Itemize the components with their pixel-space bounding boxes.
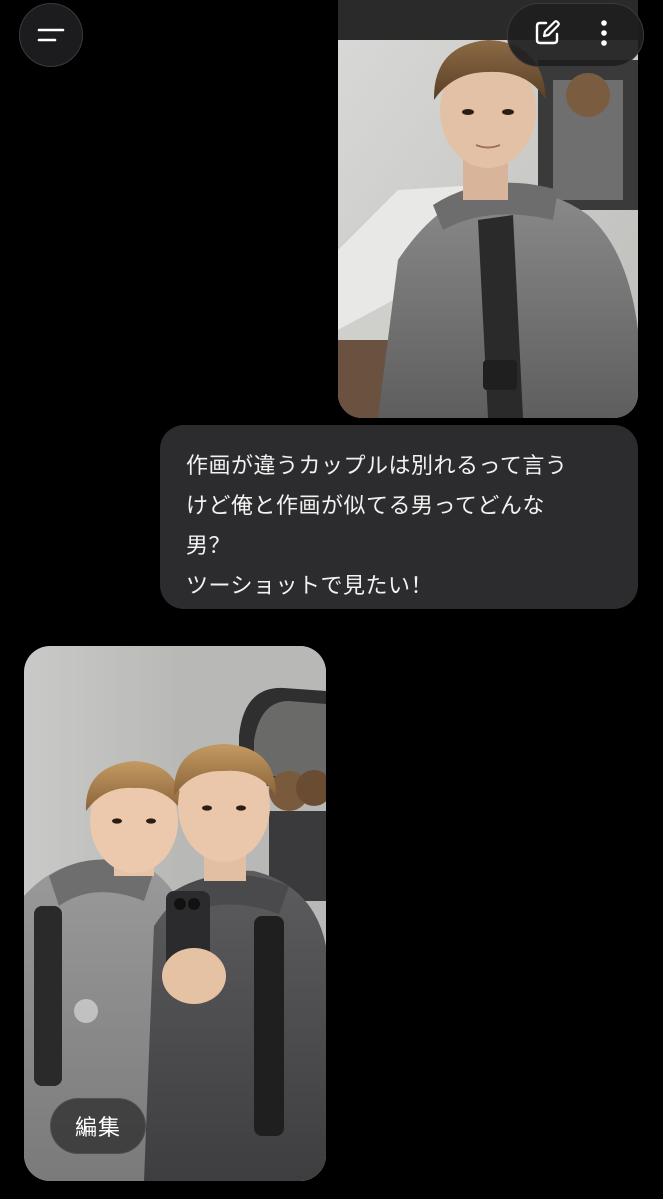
user-message-bubble: 作画が違うカップルは別れるって言う けど俺と作画が似てる男ってどんな 男？ ツー… xyxy=(160,425,638,609)
generated-image[interactable]: 編集 xyxy=(24,646,326,1181)
edit-icon xyxy=(532,18,562,52)
user-message-line: けど俺と作画が似てる男ってどんな xyxy=(186,494,545,519)
edit-button[interactable] xyxy=(522,10,572,60)
edit-image-button[interactable]: 編集 xyxy=(50,1098,146,1154)
user-message-line: ツーショットで見たい！ xyxy=(186,574,434,599)
header-actions xyxy=(507,3,644,67)
chat-screen: 作画が違うカップルは別れるって言う けど俺と作画が似てる男ってどんな 男？ ツー… xyxy=(0,0,663,1199)
user-message-line: 男？ xyxy=(186,534,232,559)
more-vertical-icon xyxy=(598,18,610,52)
menu-button[interactable] xyxy=(19,3,83,67)
user-message-line: 作画が違うカップルは別れるって言う xyxy=(186,454,568,479)
menu-lines-icon xyxy=(37,25,65,45)
more-options-button[interactable] xyxy=(579,10,629,60)
